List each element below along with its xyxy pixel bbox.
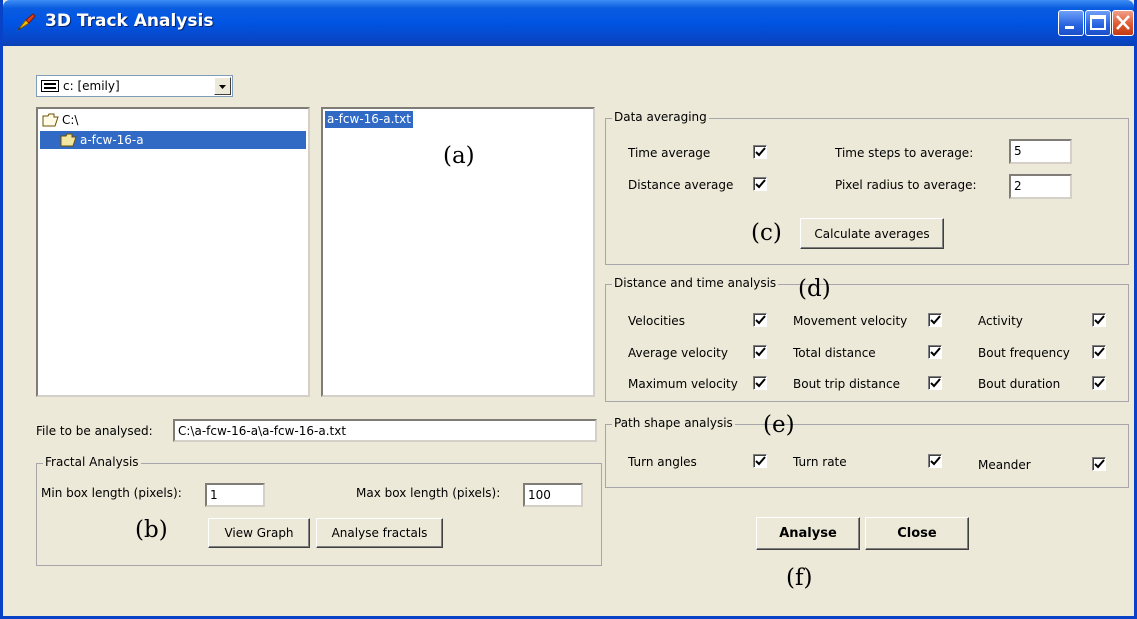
turn-angles-label: Turn angles bbox=[628, 455, 697, 469]
movement-velocity-checkbox[interactable] bbox=[928, 313, 942, 327]
average-velocity-label: Average velocity bbox=[628, 346, 728, 360]
group-title: Path shape analysis bbox=[612, 416, 735, 430]
checkmark-icon bbox=[1094, 347, 1105, 357]
maximum-velocity-checkbox[interactable] bbox=[753, 376, 767, 390]
annotation-f: (f) bbox=[786, 565, 813, 591]
view-graph-button[interactable]: View Graph bbox=[208, 518, 310, 548]
max-box-length-label: Max box length (pixels): bbox=[356, 486, 501, 500]
bout-duration-label: Bout duration bbox=[978, 377, 1061, 391]
file-to-analyse-label: File to be analysed: bbox=[36, 424, 153, 438]
checkmark-icon bbox=[930, 378, 941, 388]
time-steps-label: Time steps to average: bbox=[835, 146, 974, 160]
annotation-e: (e) bbox=[763, 412, 795, 438]
minimize-button[interactable] bbox=[1058, 10, 1084, 36]
average-velocity-checkbox[interactable] bbox=[753, 345, 767, 359]
activity-checkbox[interactable] bbox=[1092, 313, 1106, 327]
velocities-checkbox[interactable] bbox=[753, 313, 767, 327]
open-folder-icon bbox=[42, 113, 59, 127]
checkmark-icon bbox=[930, 347, 941, 357]
annotation-b: (b) bbox=[135, 517, 168, 543]
directory-list[interactable]: C:\ a-fcw-16-a bbox=[36, 107, 310, 397]
time-average-checkbox[interactable] bbox=[753, 145, 767, 159]
calculate-averages-button[interactable]: Calculate averages bbox=[800, 218, 944, 249]
velocities-label: Velocities bbox=[628, 314, 685, 328]
time-average-label: Time average bbox=[628, 146, 711, 160]
checkmark-icon bbox=[755, 315, 766, 325]
checkmark-icon bbox=[930, 315, 941, 325]
movement-velocity-label: Movement velocity bbox=[793, 314, 908, 328]
chevron-down-icon bbox=[219, 85, 226, 89]
group-title: Data averaging bbox=[612, 110, 709, 124]
maximum-velocity-label: Maximum velocity bbox=[628, 377, 738, 391]
maximize-icon bbox=[1090, 15, 1106, 30]
fractal-analysis-group: Fractal Analysis bbox=[36, 455, 602, 566]
drive-icon bbox=[41, 80, 59, 92]
close-icon bbox=[1116, 15, 1130, 30]
total-distance-label: Total distance bbox=[793, 346, 876, 360]
bout-duration-checkbox[interactable] bbox=[1092, 376, 1106, 390]
checkmark-icon bbox=[755, 347, 766, 357]
activity-label: Activity bbox=[978, 314, 1023, 328]
group-title: Distance and time analysis bbox=[612, 276, 779, 290]
meander-checkbox[interactable] bbox=[1092, 457, 1106, 471]
annotation-a: (a) bbox=[443, 143, 475, 169]
title-bar[interactable]: 3D Track Analysis bbox=[3, 0, 1134, 46]
bout-frequency-label: Bout frequency bbox=[978, 346, 1070, 360]
drive-label: c: [emily] bbox=[63, 79, 120, 93]
directory-label: a-fcw-16-a bbox=[80, 133, 144, 147]
bout-trip-distance-checkbox[interactable] bbox=[928, 376, 942, 390]
main-window: 3D Track Analysis c: [emily] C:\ a-fcw-1… bbox=[0, 0, 1137, 619]
dropdown-arrow-button[interactable] bbox=[214, 77, 231, 95]
drive-select[interactable]: c: [emily] bbox=[36, 75, 233, 97]
directory-item-a-fcw-16-a[interactable]: a-fcw-16-a bbox=[40, 131, 306, 149]
min-box-length-label: Min box length (pixels): bbox=[41, 486, 182, 500]
turn-rate-checkbox[interactable] bbox=[928, 454, 942, 468]
checkmark-icon bbox=[930, 456, 941, 466]
checkmark-icon bbox=[755, 378, 766, 388]
distance-average-label: Distance average bbox=[628, 178, 734, 192]
checkmark-icon bbox=[1094, 459, 1105, 469]
close-button[interactable]: Close bbox=[865, 517, 969, 550]
turn-rate-label: Turn rate bbox=[793, 455, 847, 469]
open-folder-icon bbox=[60, 133, 77, 147]
group-title: Fractal Analysis bbox=[43, 455, 141, 469]
max-box-length-input[interactable]: 100 bbox=[523, 483, 583, 507]
checkmark-icon bbox=[755, 456, 766, 466]
checkmark-icon bbox=[755, 179, 766, 189]
min-box-length-input[interactable]: 1 bbox=[205, 483, 265, 507]
distance-average-checkbox[interactable] bbox=[753, 177, 767, 191]
pixel-radius-input[interactable]: 2 bbox=[1009, 174, 1072, 199]
turn-angles-checkbox[interactable] bbox=[753, 454, 767, 468]
meander-label: Meander bbox=[978, 458, 1031, 472]
close-window-button[interactable] bbox=[1112, 10, 1134, 36]
file-item[interactable]: a-fcw-16-a.txt bbox=[325, 111, 413, 128]
window-title: 3D Track Analysis bbox=[45, 11, 214, 31]
bout-trip-distance-label: Bout trip distance bbox=[793, 377, 900, 391]
maximize-button[interactable] bbox=[1085, 10, 1111, 36]
pixel-radius-label: Pixel radius to average: bbox=[835, 178, 977, 192]
checkmark-icon bbox=[1094, 315, 1105, 325]
analyse-fractals-button[interactable]: Analyse fractals bbox=[316, 518, 443, 548]
app-icon bbox=[17, 13, 36, 31]
file-to-analyse-field[interactable]: C:\a-fcw-16-a\a-fcw-16-a.txt bbox=[173, 419, 597, 442]
checkmark-icon bbox=[1094, 378, 1105, 388]
directory-item-root[interactable]: C:\ bbox=[40, 111, 78, 129]
total-distance-checkbox[interactable] bbox=[928, 345, 942, 359]
minimize-icon bbox=[1065, 26, 1074, 29]
annotation-c: (c) bbox=[751, 220, 782, 246]
bout-frequency-checkbox[interactable] bbox=[1092, 345, 1106, 359]
checkmark-icon bbox=[755, 147, 766, 157]
analyse-button[interactable]: Analyse bbox=[756, 517, 860, 550]
annotation-d: (d) bbox=[798, 276, 831, 302]
time-steps-input[interactable]: 5 bbox=[1009, 139, 1072, 164]
directory-label: C:\ bbox=[62, 113, 79, 127]
